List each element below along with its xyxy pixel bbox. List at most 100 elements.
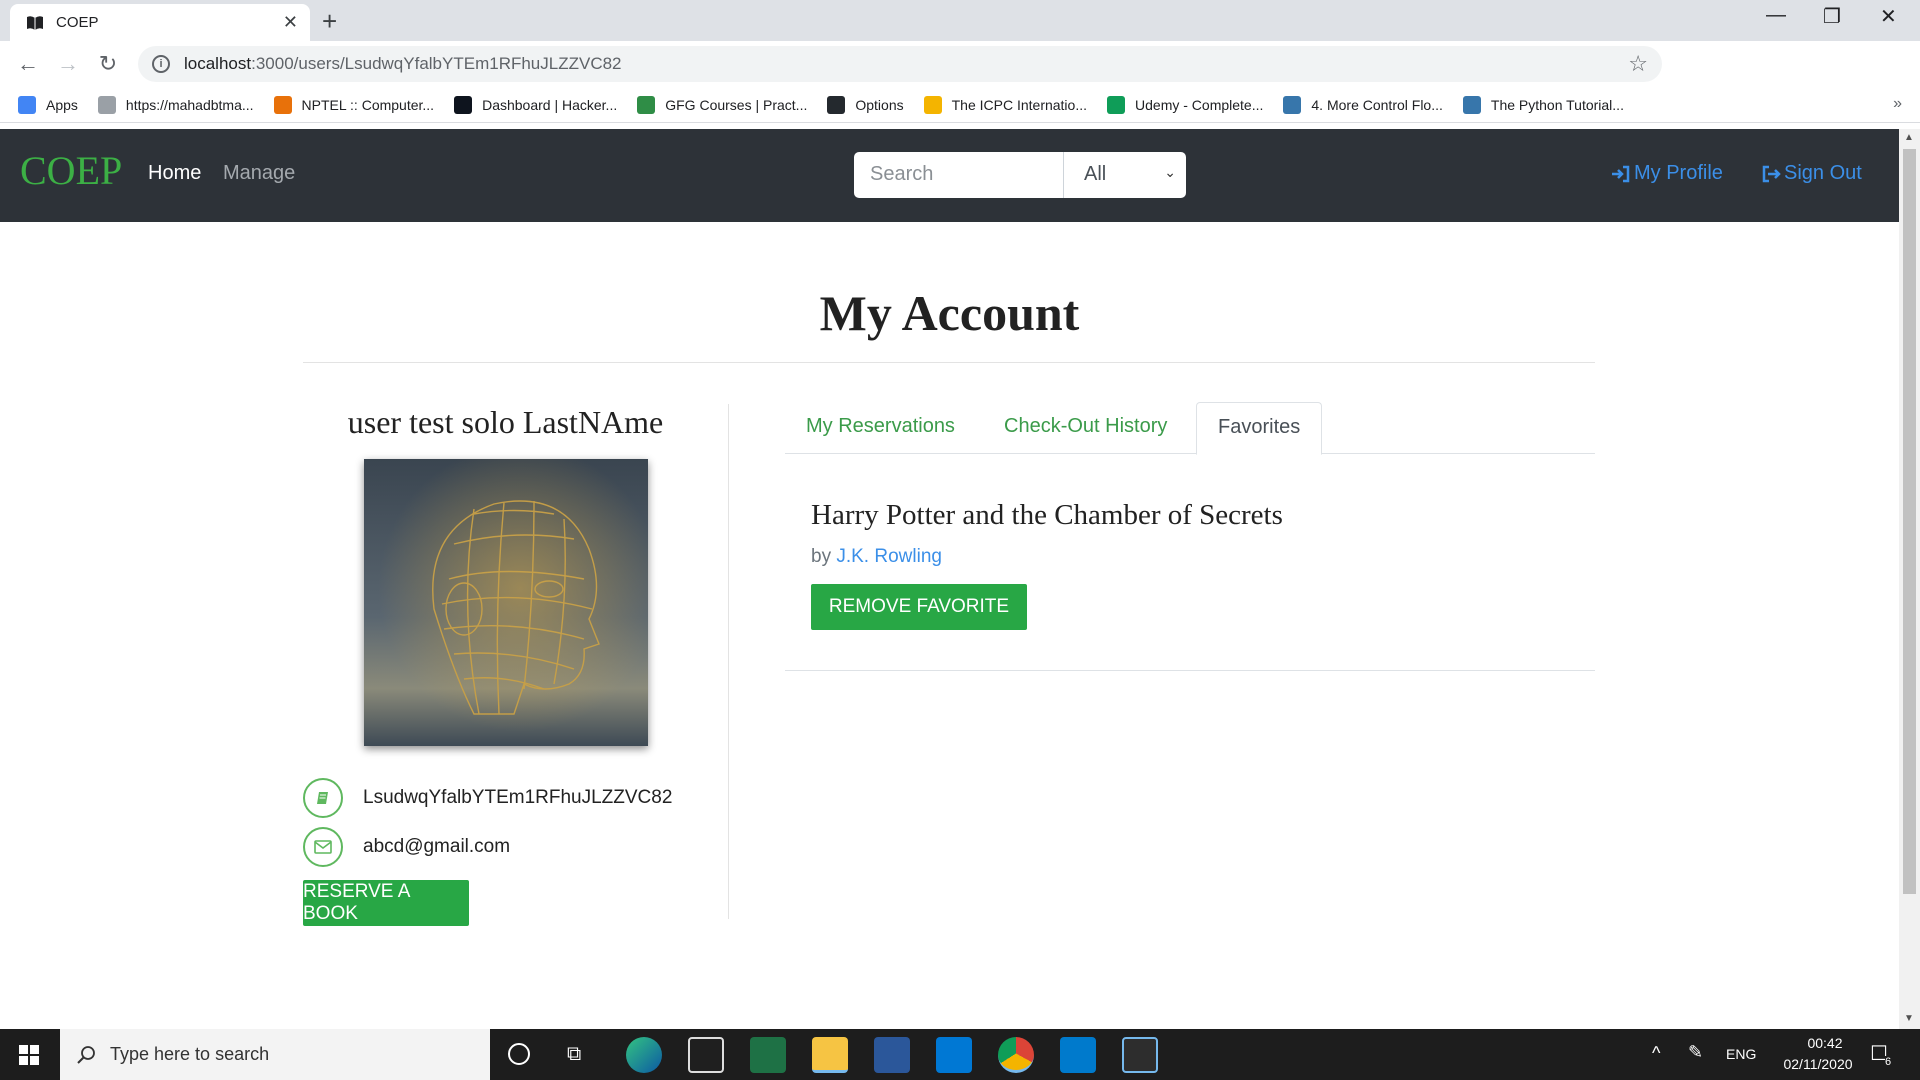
file-explorer-icon[interactable] bbox=[812, 1037, 848, 1073]
bookmark-label: Dashboard | Hacker... bbox=[482, 96, 618, 113]
author-link[interactable]: J.K. Rowling bbox=[836, 546, 942, 567]
sign-out-link[interactable]: Sign Out bbox=[1762, 162, 1862, 185]
remove-favorite-button[interactable]: REMOVE FAVORITE bbox=[811, 584, 1027, 630]
drive-icon bbox=[1107, 95, 1126, 114]
user-id-row: LsudwqYfalbYTEm1RFhuJLZZVC82 bbox=[303, 778, 672, 818]
bookmark-label: NPTEL :: Computer... bbox=[301, 96, 435, 113]
book-icon bbox=[303, 778, 343, 818]
bookmarks-bar: Apps https://mahadbtma... NPTEL :: Compute… bbox=[0, 87, 1920, 123]
bookmark-item[interactable]: The ICPC Internatio... bbox=[923, 95, 1087, 114]
bookmark-item[interactable]: https://mahadbtma... bbox=[97, 95, 254, 114]
scroll-down-icon[interactable]: ▼ bbox=[1904, 1013, 1914, 1024]
bookmark-item[interactable]: Apps bbox=[18, 95, 78, 114]
search-input[interactable]: Search bbox=[854, 152, 1064, 198]
site-navbar: COEP Home Manage Search All ⌄ My Profile… bbox=[0, 129, 1899, 222]
store-icon[interactable] bbox=[688, 1037, 724, 1073]
scroll-up-icon[interactable]: ▲ bbox=[1904, 132, 1914, 143]
python-icon bbox=[1462, 95, 1481, 114]
my-profile-label: My Profile bbox=[1634, 162, 1723, 184]
web-page: COEP Home Manage Search All ⌄ My Profile… bbox=[0, 129, 1899, 1029]
page-icon bbox=[97, 95, 116, 114]
bookmark-item[interactable]: Udemy - Complete... bbox=[1107, 95, 1263, 114]
my-profile-link[interactable]: My Profile bbox=[1610, 162, 1723, 185]
language-indicator[interactable]: ENG bbox=[1726, 1046, 1756, 1062]
windows-taskbar: Type here to search ⧉ ^ ✎ ENG 00:42 02/1… bbox=[0, 1029, 1920, 1080]
restore-icon[interactable]: ❐ bbox=[1823, 4, 1841, 29]
page-title: My Account bbox=[819, 285, 1080, 341]
terminal-icon[interactable] bbox=[1122, 1037, 1158, 1073]
clock-time[interactable]: 00:42 bbox=[1790, 1035, 1860, 1051]
nav-home-link[interactable]: Home bbox=[148, 162, 201, 185]
email-row: abcd@gmail.com bbox=[303, 827, 510, 867]
bookmark-label: Apps bbox=[46, 96, 78, 113]
search-filter-select[interactable]: All ⌄ bbox=[1064, 152, 1186, 198]
browser-toolbar: ← → ↻ i localhost:3000/users/LsudwqYfalb… bbox=[0, 41, 1920, 118]
mail-icon[interactable] bbox=[936, 1037, 972, 1073]
task-view-icon[interactable]: ⧉ bbox=[567, 1043, 581, 1066]
scrollbar-thumb[interactable] bbox=[1903, 149, 1916, 894]
github-icon bbox=[827, 95, 846, 114]
apps-grid-icon bbox=[18, 95, 36, 114]
cortana-icon[interactable] bbox=[508, 1043, 530, 1065]
bookmark-star-icon[interactable]: ☆ bbox=[1628, 51, 1648, 77]
book-favicon-icon bbox=[27, 15, 43, 30]
nav-manage-link[interactable]: Manage bbox=[223, 162, 295, 185]
windows-start-icon[interactable] bbox=[19, 1045, 39, 1065]
forward-arrow-icon[interactable]: → bbox=[48, 51, 88, 77]
word-icon[interactable] bbox=[874, 1037, 910, 1073]
vscode-icon[interactable] bbox=[1060, 1037, 1096, 1073]
bookmark-label: GFG Courses | Pract... bbox=[665, 96, 808, 113]
reserve-book-button[interactable]: RESERVE A BOOK bbox=[303, 880, 469, 926]
window-close-icon[interactable]: ✕ bbox=[1880, 4, 1897, 29]
tab-title: COEP bbox=[56, 14, 99, 31]
bookmark-item[interactable]: 4. More Control Flo... bbox=[1283, 95, 1443, 114]
bookmark-label: Options bbox=[855, 96, 904, 113]
tab-my-reservations[interactable]: My Reservations bbox=[785, 402, 976, 454]
nptel-icon bbox=[273, 95, 292, 114]
python-icon bbox=[1283, 95, 1302, 114]
favorites-divider bbox=[785, 670, 1595, 671]
tray-chevron-up-icon[interactable]: ^ bbox=[1652, 1043, 1660, 1064]
browser-tab[interactable]: COEP ✕ bbox=[10, 4, 310, 41]
book-author-line: by J.K. Rowling bbox=[811, 546, 942, 568]
page-scrollbar[interactable]: ▲ ▼ bbox=[1899, 129, 1920, 1029]
url-path: :3000/users/LsudwqYfalbYTEm1RFhuJLZZVC82 bbox=[251, 54, 622, 73]
icpc-icon bbox=[923, 95, 942, 114]
taskbar-search-placeholder: Type here to search bbox=[110, 1044, 270, 1064]
minimize-icon[interactable]: — bbox=[1766, 4, 1786, 27]
book-title[interactable]: Harry Potter and the Chamber of Secrets bbox=[811, 499, 1283, 532]
account-tabs: My Reservations Check-Out History Favori… bbox=[785, 402, 1595, 455]
envelope-icon bbox=[303, 827, 343, 867]
bookmarks-overflow-icon[interactable]: » bbox=[1893, 95, 1902, 113]
column-divider bbox=[728, 404, 729, 919]
tab-close-icon[interactable]: ✕ bbox=[283, 12, 298, 33]
notification-count: 6 bbox=[1885, 1056, 1892, 1068]
user-name: user test solo LastNAme bbox=[347, 404, 664, 440]
bookmark-item[interactable]: Dashboard | Hacker... bbox=[454, 95, 618, 114]
clock-date[interactable]: 02/11/2020 bbox=[1768, 1056, 1868, 1072]
chevron-down-icon: ⌄ bbox=[1164, 164, 1176, 180]
tab-checkout-history[interactable]: Check-Out History bbox=[983, 402, 1188, 454]
sign-out-icon bbox=[1762, 165, 1781, 182]
back-arrow-icon[interactable]: ← bbox=[8, 51, 48, 77]
edge-browser-icon[interactable] bbox=[626, 1037, 662, 1073]
bookmark-label: 4. More Control Flo... bbox=[1311, 96, 1443, 113]
taskbar-search[interactable]: Type here to search bbox=[60, 1029, 490, 1080]
reload-icon[interactable]: ↻ bbox=[88, 51, 128, 77]
bookmark-item[interactable]: NPTEL :: Computer... bbox=[273, 95, 435, 114]
user-id: LsudwqYfalbYTEm1RFhuJLZZVC82 bbox=[363, 787, 673, 808]
bookmark-item[interactable]: The Python Tutorial... bbox=[1462, 95, 1624, 114]
chrome-icon[interactable] bbox=[998, 1037, 1034, 1073]
bookmark-item[interactable]: Options bbox=[827, 95, 904, 114]
brand-logo[interactable]: COEP bbox=[20, 147, 122, 194]
bookmark-label: https://mahadbtma... bbox=[125, 96, 254, 113]
sign-out-label: Sign Out bbox=[1784, 162, 1862, 184]
address-bar[interactable]: i localhost:3000/users/LsudwqYfalbYTEm1R… bbox=[138, 46, 1662, 82]
tab-favorites[interactable]: Favorites bbox=[1196, 402, 1323, 455]
bookmark-item[interactable]: GFG Courses | Pract... bbox=[637, 95, 808, 114]
excel-icon[interactable] bbox=[750, 1037, 786, 1073]
new-tab-icon[interactable]: + bbox=[322, 6, 337, 37]
pen-icon[interactable]: ✎ bbox=[1688, 1042, 1703, 1063]
hackerrank-icon bbox=[454, 95, 473, 114]
site-info-icon[interactable]: i bbox=[152, 55, 170, 73]
